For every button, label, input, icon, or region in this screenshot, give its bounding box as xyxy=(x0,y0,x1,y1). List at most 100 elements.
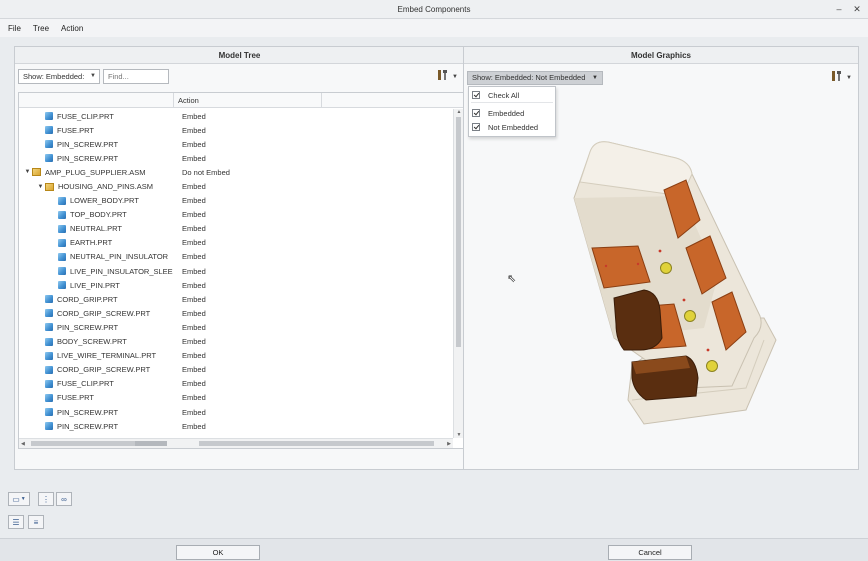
tree-row[interactable]: EARTH.PRT Embed xyxy=(19,236,453,250)
scroll-right-icon[interactable]: ▶ xyxy=(447,439,451,448)
tree-row-action[interactable]: Embed xyxy=(174,323,206,332)
tree-row-action[interactable]: Embed xyxy=(174,112,206,121)
tree-row-action[interactable]: Embed xyxy=(174,267,206,276)
tree-row-name-cell: EARTH.PRT xyxy=(19,238,174,247)
tree-row-label: PIN_SCREW.PRT xyxy=(57,139,119,149)
tree-row[interactable]: BODY_SCREW.PRT Embed xyxy=(19,335,453,349)
window-title: Embed Components xyxy=(397,5,471,14)
tree-row-action[interactable]: Embed xyxy=(174,408,206,417)
embedded-label: Embedded xyxy=(488,108,525,118)
model-tree-panel: Model Tree Show: Embedded: ▼ ▼ Action FU… xyxy=(14,46,465,470)
compact-list-button[interactable]: ≡ xyxy=(28,515,44,529)
part-icon xyxy=(58,267,66,276)
tree-row-action[interactable]: Embed xyxy=(174,309,206,318)
tree-row-action[interactable]: Embed xyxy=(174,210,206,219)
tree-row-label: FUSE_CLIP.PRT xyxy=(57,111,114,121)
scroll-left-icon[interactable]: ◀ xyxy=(21,439,25,448)
tree-row[interactable]: PIN_SCREW.PRT Embed xyxy=(19,137,453,151)
tree-row-name-cell: FUSE.PRT xyxy=(19,126,174,135)
tree-row-action[interactable]: Embed xyxy=(174,126,206,135)
window-layout-icon: ▭ xyxy=(12,494,20,504)
tree-row[interactable]: CORD_GRIP.PRT Embed xyxy=(19,292,453,306)
detailed-list-button[interactable]: ☰ xyxy=(8,515,24,529)
check-all-label: Check All xyxy=(488,90,520,100)
horizontal-scrollbar[interactable]: ◀ ▶ xyxy=(19,438,453,448)
tree-row-action[interactable]: Embed xyxy=(174,196,206,205)
tree-row[interactable]: CORD_GRIP_SCREW.PRT Embed xyxy=(19,306,453,320)
menu-action[interactable]: Action xyxy=(61,24,83,33)
tree-row-action[interactable]: Embed xyxy=(174,281,206,290)
model-graphics-viewport[interactable]: ⇖ xyxy=(464,88,858,469)
tree-row[interactable]: PIN_SCREW.PRT Embed xyxy=(19,151,453,165)
tree-row[interactable]: FUSE.PRT Embed xyxy=(19,123,453,137)
tree-row[interactable]: ▼ HOUSING_AND_PINS.ASM Embed xyxy=(19,179,453,193)
expand-toggle-icon[interactable]: ▼ xyxy=(23,169,32,175)
tree-row-action[interactable]: Embed xyxy=(174,224,206,233)
tree-row[interactable]: CORD_GRIP_SCREW.PRT Embed xyxy=(19,363,453,377)
tree-row[interactable]: LIVE_WIRE_TERMINAL.PRT Embed xyxy=(19,349,453,363)
tree-row[interactable]: LOWER_BODY.PRT Embed xyxy=(19,194,453,208)
cancel-button[interactable]: Cancel xyxy=(608,545,692,560)
model-tree-settings-button[interactable]: ▼ xyxy=(437,69,458,84)
tree-row-action[interactable]: Embed xyxy=(174,365,206,374)
tree-row[interactable]: NEUTRAL_PIN_INSULATOR Embed xyxy=(19,250,453,264)
tree-row[interactable]: LIVE_PIN.PRT Embed xyxy=(19,278,453,292)
model-graphics-show-dropdown[interactable]: Show: Embedded: Not Embedded ▼ xyxy=(467,71,603,85)
chevron-down-icon: ▼ xyxy=(90,72,96,79)
tree-row-action[interactable]: Embed xyxy=(174,182,206,191)
tree-row-action[interactable]: Embed xyxy=(174,393,206,402)
tree-row[interactable]: TOP_BODY.PRT Embed xyxy=(19,208,453,222)
tree-row-action[interactable]: Embed xyxy=(174,295,206,304)
column-header-name[interactable] xyxy=(19,93,174,107)
compact-list-icon: ≡ xyxy=(33,517,39,527)
tree-row-action[interactable]: Embed xyxy=(174,154,206,163)
not-embedded-checkbox[interactable] xyxy=(472,123,480,131)
find-input[interactable] xyxy=(103,68,169,84)
columns-button[interactable]: ∞ xyxy=(56,492,72,506)
tree-row[interactable]: FUSE_CLIP.PRT Embed xyxy=(19,109,453,123)
tree-row-label: CORD_GRIP_SCREW.PRT xyxy=(57,365,151,375)
tree-row[interactable]: PIN_SCREW.PRT Embed xyxy=(19,419,453,433)
menu-file[interactable]: File xyxy=(8,24,21,33)
tree-row[interactable]: FUSE_CLIP.PRT Embed xyxy=(19,377,453,391)
tree-row-action[interactable]: Embed xyxy=(174,379,206,388)
tree-row-label: NEUTRAL.PRT xyxy=(70,224,122,234)
tree-row[interactable]: PIN_SCREW.PRT Embed xyxy=(19,320,453,334)
vertical-scroll-thumb[interactable] xyxy=(456,117,461,348)
tree-row[interactable]: ▼ AMP_PLUG_SUPPLIER.ASM Do not Embed xyxy=(19,165,453,179)
model-tree-show-dropdown[interactable]: Show: Embedded: ▼ xyxy=(18,68,100,84)
tree-row[interactable]: NEUTRAL.PRT Embed xyxy=(19,222,453,236)
horizontal-scroll-track-left[interactable] xyxy=(31,441,135,446)
tree-row-name-cell: PIN_SCREW.PRT xyxy=(19,154,174,163)
embedded-option[interactable]: Embedded xyxy=(472,107,524,119)
tree-structure-button[interactable]: ⋮ xyxy=(38,492,54,506)
close-icon[interactable]: ✕ xyxy=(852,3,862,15)
column-header-action[interactable]: Action xyxy=(174,93,322,107)
layout-button[interactable]: ▭ ▼ xyxy=(8,492,30,506)
menu-tree[interactable]: Tree xyxy=(33,24,49,33)
tree-row[interactable]: FUSE.PRT Embed xyxy=(19,391,453,405)
tree-row-action[interactable]: Embed xyxy=(174,252,206,261)
check-all-checkbox[interactable] xyxy=(472,91,480,99)
tree-row-action[interactable]: Embed xyxy=(174,238,206,247)
model-tree-rows: FUSE_CLIP.PRT Embed FUSE.PRT Embed PIN_SCREW… xyxy=(19,109,453,438)
embedded-checkbox[interactable] xyxy=(472,109,480,117)
vertical-scrollbar[interactable]: ▲ ▼ xyxy=(453,109,463,438)
tree-row[interactable]: LIVE_PIN_INSULATOR_SLEE Embed xyxy=(19,264,453,278)
minimize-icon[interactable]: – xyxy=(834,3,844,15)
tree-row-action[interactable]: Embed xyxy=(174,422,206,431)
show-filter-popup: Check All Embedded Not Embedded xyxy=(468,86,556,137)
horizontal-scroll-track-right[interactable] xyxy=(199,441,434,446)
tree-row-action[interactable]: Embed xyxy=(174,140,206,149)
tree-row-action[interactable]: Do not Embed xyxy=(174,168,230,177)
tree-row-action[interactable]: Embed xyxy=(174,337,206,346)
tree-row-action[interactable]: Embed xyxy=(174,351,206,360)
tree-row[interactable]: PIN_SCREW.PRT Embed xyxy=(19,405,453,419)
tree-row-label: NEUTRAL_PIN_INSULATOR xyxy=(70,252,169,262)
expand-toggle-icon[interactable]: ▼ xyxy=(36,184,45,190)
ok-button[interactable]: OK xyxy=(176,545,260,560)
model-graphics-settings-button[interactable]: ▼ xyxy=(831,70,852,85)
check-all-option[interactable]: Check All xyxy=(472,89,519,101)
not-embedded-option[interactable]: Not Embedded xyxy=(472,121,538,133)
horizontal-scroll-thumb[interactable] xyxy=(135,441,167,446)
